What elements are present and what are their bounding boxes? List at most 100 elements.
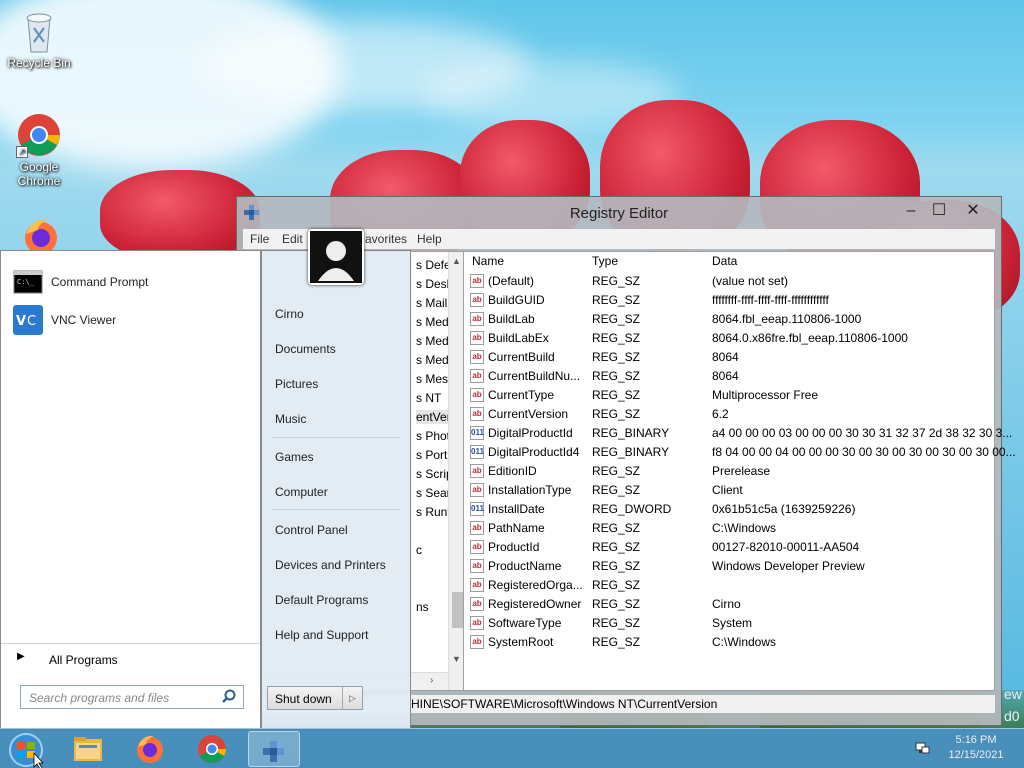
tree-key-item[interactable]: entVer [416, 410, 451, 424]
value-data: 00127-82010-00011-AA504 [712, 540, 860, 554]
column-header-name[interactable]: Name [472, 254, 504, 268]
values-list-pane[interactable]: Name Type Data ab (Default) REG_SZ (value n… [463, 251, 1016, 691]
string-value-icon: ab [470, 483, 484, 497]
program-label: VNC Viewer [51, 313, 117, 327]
tree-key-item[interactable]: c [416, 543, 422, 557]
column-header-data[interactable]: Data [712, 254, 737, 268]
scroll-thumb[interactable] [452, 592, 463, 628]
value-type: REG_SZ [592, 464, 641, 478]
start-place-control-panel[interactable]: Control Panel [275, 523, 348, 537]
taskbar-file-explorer[interactable] [62, 731, 114, 767]
all-programs-button[interactable]: ▶ All Programs [11, 649, 251, 671]
start-place-cirno[interactable]: Cirno [275, 307, 304, 321]
value-row[interactable]: ab (Default) REG_SZ (value not set) [464, 272, 994, 291]
menu-edit[interactable]: Edit [282, 232, 303, 246]
close-button[interactable]: ✕ [959, 201, 987, 221]
value-row[interactable]: 011 DigitalProductId REG_BINARY a4 00 00 00… [464, 424, 1012, 443]
value-type: REG_BINARY [592, 445, 670, 459]
value-row[interactable]: ab BuildLab REG_SZ 8064.fbl_eeap.110806-100… [464, 310, 994, 329]
value-row[interactable]: ab InstallationType REG_SZ Client [464, 481, 994, 500]
background-window-text: d0 [1004, 708, 1020, 724]
start-place-music[interactable]: Music [275, 412, 306, 426]
command-prompt-icon: C:\_ [13, 267, 43, 297]
value-row[interactable]: ab RegisteredOrga... REG_SZ [464, 576, 994, 595]
value-type: REG_SZ [592, 616, 641, 630]
tree-key-item[interactable]: s Port [416, 448, 447, 462]
value-data: Multiprocessor Free [712, 388, 819, 402]
value-row[interactable]: ab RegisteredOwner REG_SZ Cirno [464, 595, 994, 614]
clock[interactable]: 5:16 PM 12/15/2021 [944, 733, 1008, 763]
tree-key-item[interactable]: s Med [416, 315, 449, 329]
value-row[interactable]: ab BuildGUID REG_SZ ffffffff-ffff-ffff-ffff… [464, 291, 994, 310]
value-row[interactable]: ab BuildLabEx REG_SZ 8064.0.x86fre.fbl_eeap… [464, 329, 994, 348]
value-name: PathName [488, 521, 545, 535]
menu-favorites[interactable]: avorites [365, 232, 407, 246]
desktop-icon-recycle-bin[interactable]: Recycle Bin [4, 8, 74, 70]
value-row[interactable]: ab ProductId REG_SZ 00127-82010-00011-AA504 [464, 538, 994, 557]
desktop-icon-google-chrome[interactable]: ↗ Google Chrome [4, 112, 74, 188]
value-name: RegisteredOwner [488, 597, 582, 611]
menu-file[interactable]: File [250, 232, 269, 246]
value-row[interactable]: ab ProductName REG_SZ Windows Developer Pre… [464, 557, 994, 576]
tree-key-item[interactable]: s Defe [416, 258, 451, 272]
start-menu[interactable]: C:\_ Command Prompt VC VNC Viewer ▶ All … [0, 250, 411, 730]
start-button[interactable] [2, 731, 52, 768]
start-place-default-programs[interactable]: Default Programs [275, 593, 368, 607]
start-place-devices-and-printers[interactable]: Devices and Printers [275, 558, 386, 572]
search-icon[interactable] [221, 688, 237, 706]
taskbar-registry-editor[interactable] [248, 731, 300, 767]
value-row[interactable]: 011 InstallDate REG_DWORD 0x61b51c5a (16392… [464, 500, 994, 519]
tree-key-item[interactable]: s Med [416, 353, 449, 367]
value-row[interactable]: ab SoftwareType REG_SZ System [464, 614, 994, 633]
value-row[interactable]: ab EditionID REG_SZ Prerelease [464, 462, 994, 481]
tree-key-item[interactable]: s Phot [416, 429, 450, 443]
column-header-type[interactable]: Type [592, 254, 618, 268]
value-type: REG_SZ [592, 388, 641, 402]
value-row[interactable]: 011 DigitalProductId4 REG_BINARY f8 04 00 0… [464, 443, 1016, 462]
scroll-up-arrow-icon[interactable]: ▲ [452, 256, 461, 266]
value-row[interactable]: ab CurrentVersion REG_SZ 6.2 [464, 405, 994, 424]
scroll-right-arrow-icon[interactable]: › [430, 675, 433, 686]
value-type: REG_SZ [592, 540, 641, 554]
user-account-picture[interactable] [308, 229, 364, 285]
program-command-prompt[interactable]: C:\_ Command Prompt [11, 265, 251, 299]
value-row[interactable]: ab SystemRoot REG_SZ C:\Windows [464, 633, 994, 652]
value-type: REG_SZ [592, 597, 641, 611]
value-name: InstallationType [488, 483, 572, 497]
value-type: REG_SZ [592, 274, 641, 288]
start-place-documents[interactable]: Documents [275, 342, 336, 356]
value-type: REG_SZ [592, 293, 641, 307]
value-row[interactable]: ab PathName REG_SZ C:\Windows [464, 519, 994, 538]
tree-key-item[interactable]: s Med [416, 334, 449, 348]
start-place-help-and-support[interactable]: Help and Support [275, 628, 368, 642]
value-name: CurrentBuild [488, 350, 555, 364]
shutdown-options-arrow-icon[interactable]: ▷ [342, 687, 362, 709]
menu-help[interactable]: Help [417, 232, 442, 246]
taskbar-firefox[interactable] [124, 731, 176, 767]
search-box[interactable]: Search programs and files [20, 685, 244, 709]
program-vnc-viewer[interactable]: VC VNC Viewer [11, 303, 251, 337]
value-data: 8064 [712, 369, 739, 383]
string-value-icon: ab [470, 369, 484, 383]
value-data: 8064.0.x86fre.fbl_eeap.110806-1000 [712, 331, 908, 345]
minimize-button[interactable]: – [897, 201, 925, 221]
scroll-down-arrow-icon[interactable]: ▼ [452, 654, 461, 664]
start-place-games[interactable]: Games [275, 450, 314, 464]
value-name: RegisteredOrga... [488, 578, 583, 592]
value-row[interactable]: ab CurrentBuild REG_SZ 8064 [464, 348, 994, 367]
vnc-viewer-icon: VC [13, 305, 43, 335]
maximize-button[interactable]: ☐ [925, 201, 953, 221]
start-place-computer[interactable]: Computer [275, 485, 328, 499]
tree-key-item[interactable]: s Mail [416, 296, 447, 310]
shutdown-button[interactable]: Shut down ▷ [267, 686, 363, 710]
value-row[interactable]: ab CurrentBuildNu... REG_SZ 8064 [464, 367, 994, 386]
value-row[interactable]: ab CurrentType REG_SZ Multiprocessor Free [464, 386, 994, 405]
tree-key-item[interactable]: s NT [416, 391, 441, 405]
value-data: Cirno [712, 597, 741, 611]
svg-text:V: V [16, 314, 26, 329]
window-titlebar[interactable]: Registry Editor – ☐ ✕ [237, 197, 1001, 229]
tree-key-item[interactable]: ns [416, 600, 429, 614]
taskbar-chrome[interactable] [186, 731, 238, 767]
network-icon[interactable] [914, 741, 930, 757]
start-place-pictures[interactable]: Pictures [275, 377, 318, 391]
